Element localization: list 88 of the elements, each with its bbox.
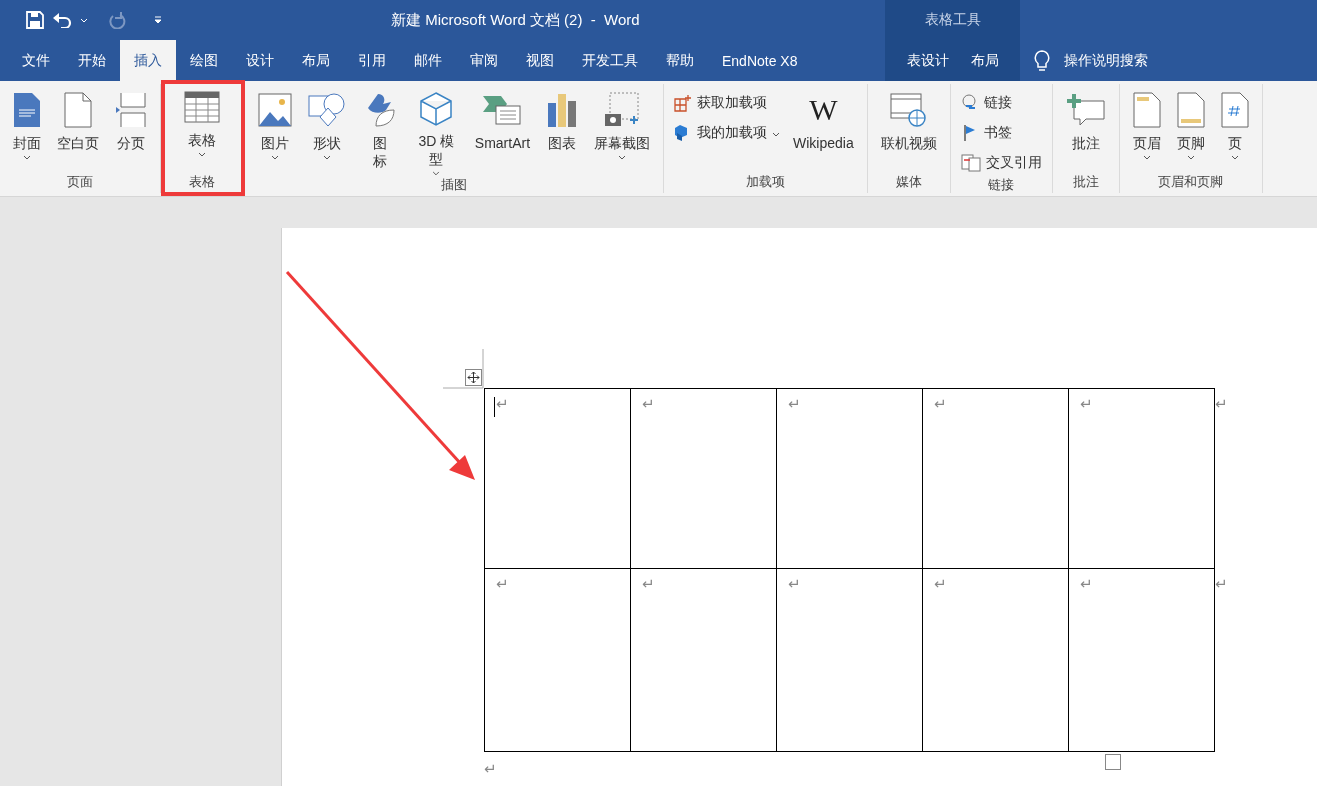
table-icon bbox=[184, 91, 220, 123]
ribbon-tab[interactable]: 视图 bbox=[512, 40, 568, 81]
ribbon-small-button[interactable]: 我的加载项 bbox=[674, 122, 781, 144]
table-cell[interactable]: ↵ bbox=[1069, 569, 1215, 751]
group-label: 加载项 bbox=[744, 173, 786, 191]
ribbon-button[interactable]: 表格 bbox=[177, 87, 227, 173]
page-break-icon bbox=[115, 92, 147, 128]
ribbon-tab[interactable]: EndNote X8 bbox=[708, 40, 812, 81]
page-header-icon bbox=[1132, 92, 1161, 128]
blank-page-icon bbox=[64, 92, 92, 128]
window-title: 新建 Microsoft Word 文档 (2) - Word bbox=[391, 10, 640, 30]
group-label: 媒体 bbox=[894, 173, 923, 191]
group-label: 页眉和页脚 bbox=[1157, 173, 1225, 191]
ribbon-button[interactable]: 图表 bbox=[539, 90, 586, 176]
customize-toolbar-icon[interactable] bbox=[154, 16, 162, 24]
picture-icon bbox=[258, 93, 292, 127]
ribbon-tab[interactable]: 绘图 bbox=[176, 40, 232, 81]
table-cell[interactable]: ↵ bbox=[777, 389, 923, 568]
ribbon-button[interactable]: 页脚 bbox=[1169, 90, 1212, 173]
table-cell[interactable]: ↵ bbox=[923, 569, 1069, 751]
table-move-handle-icon[interactable] bbox=[465, 369, 482, 386]
comment-plus-icon bbox=[1065, 93, 1106, 127]
ribbon-tab[interactable]: 开发工具 bbox=[568, 40, 652, 81]
ribbon-small-button[interactable]: 链接 bbox=[960, 92, 1042, 114]
cube-icon bbox=[419, 91, 454, 128]
smartart-graphic-icon bbox=[482, 94, 523, 126]
row-end-mark: ↵ bbox=[1215, 574, 1228, 593]
group-label: 链接 bbox=[987, 176, 1016, 194]
table-cell[interactable]: ↵ bbox=[631, 389, 777, 568]
table-cell[interactable]: ↵ bbox=[631, 569, 777, 751]
ribbon-tab[interactable]: 文件 bbox=[8, 40, 64, 81]
group-label: 页面 bbox=[66, 173, 94, 191]
camera-icon bbox=[604, 92, 641, 128]
cross-reference-icon bbox=[960, 154, 981, 172]
ribbon-button[interactable]: 图标 bbox=[355, 90, 405, 176]
ribbon-button[interactable]: SmartArt bbox=[467, 90, 538, 176]
cover-page-icon bbox=[13, 92, 41, 128]
ribbon-button[interactable]: 屏幕截图 bbox=[587, 90, 658, 176]
caret-icon[interactable] bbox=[80, 17, 88, 23]
tell-me-search[interactable]: 操作说明搜索 bbox=[1064, 51, 1148, 70]
ribbon-small-button[interactable]: 交叉引用 bbox=[960, 152, 1042, 174]
context-group-label: 表格工具 bbox=[923, 10, 982, 29]
ribbon-tab[interactable]: 表设计 bbox=[895, 40, 960, 81]
ribbon-tab[interactable]: 帮助 bbox=[652, 40, 708, 81]
video-globe-icon bbox=[888, 92, 929, 128]
ribbon-small-button[interactable]: 书签 bbox=[960, 122, 1042, 144]
margin-corner-mark bbox=[443, 349, 484, 389]
lightbulb-icon[interactable] bbox=[1034, 49, 1050, 72]
ribbon-button[interactable]: 图片 bbox=[251, 90, 299, 176]
undo-icon[interactable] bbox=[52, 12, 72, 28]
ribbon-button[interactable]: 页 bbox=[1213, 90, 1256, 173]
ribbon-tab[interactable]: 设计 bbox=[232, 40, 288, 81]
save-icon[interactable] bbox=[26, 11, 44, 29]
redo-icon bbox=[108, 11, 126, 29]
ribbon-tab[interactable]: 插入 bbox=[120, 40, 176, 81]
ribbon-tab[interactable]: 审阅 bbox=[456, 40, 512, 81]
ribbon-button[interactable]: 分页 bbox=[108, 90, 154, 173]
ribbon-tab[interactable]: 布局 bbox=[959, 40, 1010, 81]
ribbon-button[interactable]: 空白页 bbox=[50, 90, 106, 173]
ribbon-button[interactable]: 批注 bbox=[1058, 90, 1113, 173]
row-end-mark: ↵ bbox=[1215, 394, 1228, 413]
ribbon-tab[interactable]: 引用 bbox=[344, 40, 400, 81]
ribbon-tab[interactable]: 邮件 bbox=[400, 40, 456, 81]
ribbon-button[interactable]: 形状 bbox=[301, 90, 353, 176]
ribbon-tab[interactable]: 布局 bbox=[288, 40, 344, 81]
page-number-icon bbox=[1220, 92, 1249, 128]
table-cell[interactable]: ↵ bbox=[484, 569, 631, 751]
paragraph-mark: ↵ bbox=[484, 760, 497, 778]
group-label: 表格 bbox=[188, 173, 216, 191]
table-cell[interactable]: ↵ bbox=[1069, 389, 1215, 568]
ribbon-button[interactable]: W Wikipedia bbox=[786, 90, 861, 173]
group-label: 插图 bbox=[440, 176, 468, 194]
page-footer-icon bbox=[1176, 92, 1205, 128]
ribbon-tab[interactable]: 开始 bbox=[64, 40, 120, 81]
wikipedia-logo: W bbox=[809, 93, 838, 127]
ribbon-button[interactable]: 页眉 bbox=[1125, 90, 1168, 173]
ribbon-button[interactable]: 联机视频 bbox=[873, 90, 944, 173]
table-cell[interactable]: ↵ bbox=[484, 389, 631, 568]
ribbon-button[interactable]: 封面 bbox=[6, 90, 48, 173]
table-cell[interactable]: ↵ bbox=[777, 569, 923, 751]
bar-chart-icon bbox=[546, 93, 579, 127]
table-cell[interactable]: ↵ bbox=[923, 389, 1069, 568]
group-label: 批注 bbox=[1071, 173, 1100, 191]
table-resize-handle[interactable] bbox=[1105, 754, 1121, 770]
ribbon-small-button[interactable]: 获取加载项 bbox=[674, 92, 781, 114]
shapes-icon bbox=[308, 92, 346, 128]
ribbon-button[interactable]: 3D 模型 bbox=[407, 90, 466, 176]
store-icon bbox=[674, 94, 693, 112]
